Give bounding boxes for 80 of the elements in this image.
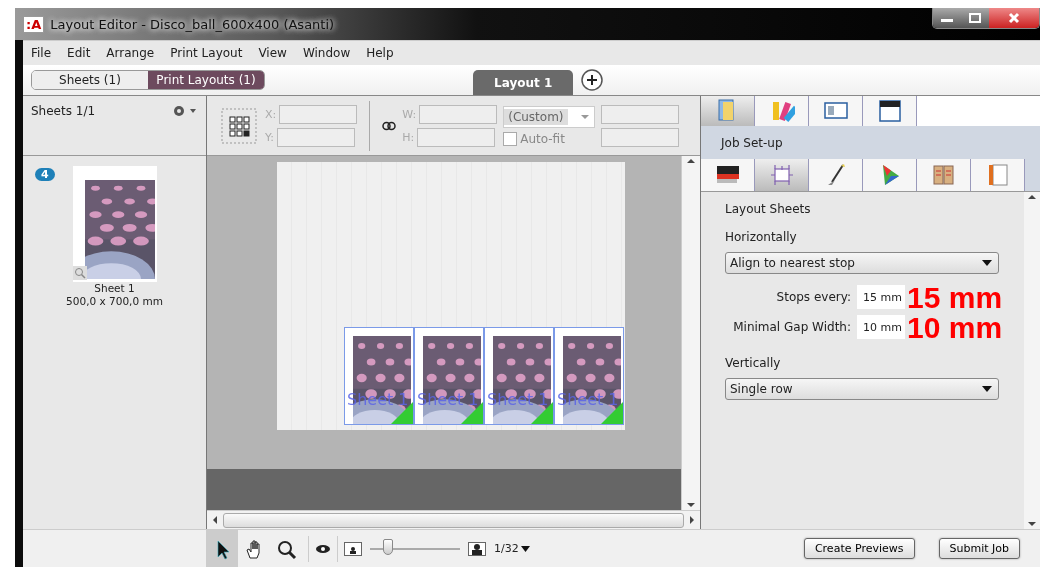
sheet-name: Sheet 1 [94, 282, 135, 295]
caret-icon [982, 386, 992, 392]
value-field[interactable] [601, 127, 680, 147]
maximize-icon [969, 13, 981, 23]
maximize-button[interactable] [961, 8, 989, 28]
horizontal-label: Horizontally [725, 230, 798, 244]
w-label: W: [402, 107, 417, 121]
sheet-size: 500,0 x 700,0 mm [66, 295, 163, 308]
vertical-dropdown[interactable]: Single row [725, 378, 999, 400]
horizontal-dropdown[interactable]: Align to nearest stop [725, 252, 999, 274]
caret-icon[interactable] [520, 545, 530, 552]
media-icon [878, 100, 901, 122]
scrollbar-thumb[interactable] [223, 512, 684, 528]
autofit-label: Auto-fit [520, 131, 565, 146]
clipboard-icon [933, 165, 953, 185]
y-label: Y: [265, 130, 274, 144]
menu-item[interactable]: Arrange [98, 46, 163, 60]
autofit-checkbox[interactable] [503, 131, 518, 146]
link-icon[interactable] [382, 120, 397, 131]
count-badge: 4 [35, 168, 55, 181]
h-label: H: [402, 130, 415, 144]
settings-tab[interactable] [701, 159, 755, 191]
panel-title: Sheets 1/1 [31, 104, 96, 120]
field-label: Minimal Gap Width: [733, 320, 851, 334]
caret-icon [982, 260, 992, 266]
card-icon [823, 102, 848, 119]
section-heading: Layout Sheets [725, 202, 812, 216]
section-title: Job Set-up [721, 135, 783, 150]
close-icon [1008, 12, 1020, 24]
menu-item[interactable]: File [23, 46, 60, 60]
scroll-down-icon[interactable] [1028, 519, 1036, 529]
minimize-button[interactable] [933, 8, 961, 28]
height-field[interactable] [417, 127, 496, 147]
panel-tab[interactable] [863, 96, 917, 126]
zoom-out-icon[interactable] [344, 541, 362, 556]
document-icon [988, 164, 1007, 186]
sheet-thumbnail[interactable] [72, 166, 157, 282]
scroll-left-icon[interactable] [211, 515, 219, 525]
vertical-label: Vertically [725, 356, 782, 370]
close-button[interactable] [989, 8, 1039, 28]
menu-item[interactable]: Edit [59, 46, 99, 60]
layout-tab[interactable]: Layout 1 [473, 70, 574, 95]
view-tab[interactable]: Print Layouts (1) [148, 71, 264, 89]
tool-button[interactable] [206, 530, 238, 567]
preset-dropdown[interactable]: (Custom) [503, 105, 596, 128]
scroll-down-icon[interactable] [687, 500, 695, 510]
menu-item[interactable]: Help [358, 46, 402, 60]
zoom-reading[interactable]: 1/32 [494, 542, 519, 555]
action-button[interactable]: Create Previews [803, 538, 915, 559]
zoom-in-icon[interactable] [468, 541, 486, 556]
menu-item[interactable]: View [250, 46, 295, 60]
swatches-icon [772, 102, 795, 122]
zoom-slider[interactable] [383, 538, 393, 555]
add-tab-icon[interactable] [581, 69, 604, 91]
width-field[interactable] [419, 104, 498, 124]
pointer-icon [217, 540, 230, 559]
eye-icon[interactable] [315, 543, 331, 554]
anchor-grid-icon[interactable] [219, 105, 259, 146]
crop-marks-icon [769, 164, 794, 186]
input-field[interactable]: 15 mm [857, 285, 905, 309]
gamut-icon [882, 165, 899, 185]
printer-icon [716, 166, 739, 183]
brush-icon [827, 164, 845, 185]
input-field[interactable]: 10 mm [857, 315, 905, 339]
value-field[interactable] [601, 104, 680, 124]
scroll-up-icon[interactable] [687, 156, 695, 166]
menu-item[interactable]: Window [294, 46, 359, 60]
scroll-up-icon[interactable] [1028, 192, 1036, 202]
menu-item[interactable]: Print Layout [162, 46, 251, 60]
field-label: Stops every: [776, 290, 851, 304]
y-field[interactable] [276, 127, 355, 147]
view-tab[interactable]: Sheets (1) [32, 71, 148, 89]
app-logo: :A [23, 15, 45, 33]
x-field[interactable] [279, 104, 358, 124]
scroll-right-icon[interactable] [688, 515, 696, 525]
folder-icon [718, 99, 733, 121]
search-icon [278, 540, 297, 559]
hand-icon [246, 540, 260, 558]
action-button[interactable]: Submit Job [938, 538, 1020, 559]
x-label: X: [265, 107, 277, 121]
